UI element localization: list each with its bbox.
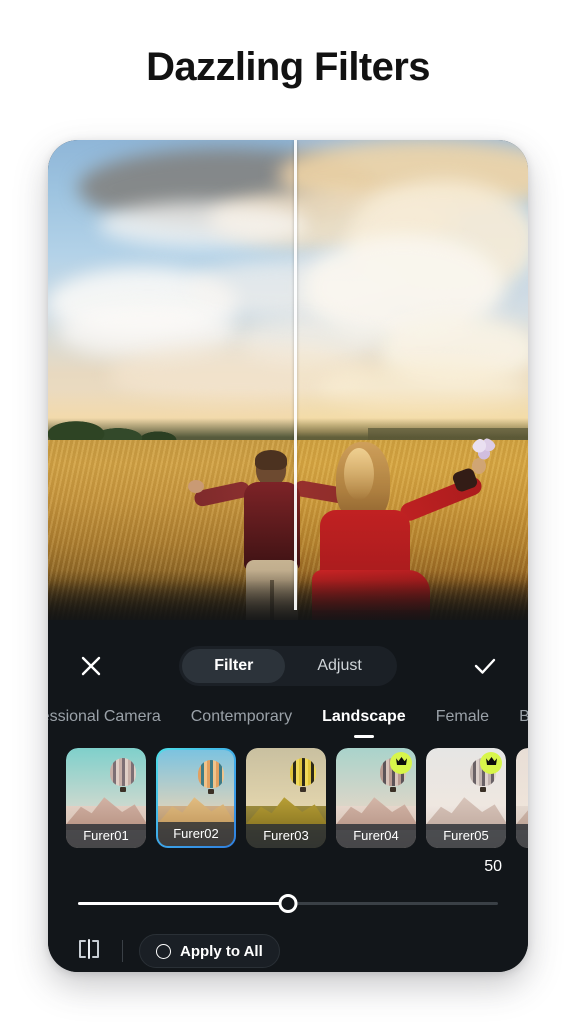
filter-label [516,824,528,848]
premium-badge [480,752,502,774]
filter-label: Furer03 [246,824,326,848]
filter-thumb-furer05[interactable]: Furer05 [426,748,506,848]
category-tabs[interactable]: rofessional Camera Contemporary Landscap… [48,698,528,738]
slider-track-fill [78,902,288,905]
check-icon [473,655,497,677]
editor-panel: Filter Adjust rofessional Camera Contemp… [48,620,528,972]
filter-thumb-furer02[interactable]: Furer02 [156,748,236,848]
woman-hand [472,458,486,474]
premium-badge [390,752,412,774]
compare-button[interactable] [72,936,106,966]
slider-thumb[interactable] [278,894,298,913]
filter-thumb-furer03[interactable]: Furer03 [246,748,326,848]
filter-thumb-next-partial[interactable] [516,748,528,848]
man-torso [244,482,300,570]
intensity-slider[interactable] [78,894,498,914]
thumb-sky [516,748,528,810]
page-title: Dazzling Filters [146,45,430,89]
mode-segmented-control: Filter Adjust [179,646,397,686]
filter-thumb-furer04[interactable]: Furer04 [336,748,416,848]
filter-label: Furer02 [158,822,234,846]
filter-label: Furer05 [426,824,506,848]
filter-thumb-furer01[interactable]: Furer01 [66,748,146,848]
slider-value: 50 [484,858,502,875]
cloud-shape [98,202,308,247]
close-icon [80,655,102,677]
photo-preview[interactable] [48,140,528,640]
tab-adjust[interactable]: Adjust [285,649,393,683]
tab-filter[interactable]: Filter [182,649,286,683]
phone-frame: Filter Adjust rofessional Camera Contemp… [48,140,528,972]
editor-toolbar: Filter Adjust [48,642,528,690]
balloon-icon [198,760,224,794]
man-hair [255,450,287,470]
apply-to-all-label: Apply to All [180,942,263,960]
bouquet [472,438,496,460]
divider [122,940,123,962]
balloon-icon [110,758,136,792]
filter-thumbnail-list[interactable]: Furer01 Furer02 Furer03 Furer04 Furer05 [66,748,528,852]
radio-icon [156,943,171,959]
compare-divider-handle[interactable] [294,140,297,610]
category-tab-landscape[interactable]: Landscape [322,708,406,728]
woman-hair-highlight [344,448,374,500]
filter-label: Furer01 [66,824,146,848]
close-button[interactable] [74,649,108,683]
compare-split-icon [76,938,102,964]
crown-icon [485,754,498,772]
category-tab-ba[interactable]: Ba [519,708,528,728]
confirm-button[interactable] [468,649,502,683]
category-tab-professional-camera[interactable]: rofessional Camera [48,708,161,728]
man-left-hand [188,480,204,493]
category-tab-contemporary[interactable]: Contemporary [191,708,292,728]
apply-to-all-button[interactable]: Apply to All [139,934,280,968]
crown-icon [395,754,408,772]
bottom-action-bar: Apply to All [48,930,528,972]
filter-label: Furer04 [336,824,416,848]
balloon-icon [290,758,316,792]
category-tab-female[interactable]: Female [436,708,489,728]
